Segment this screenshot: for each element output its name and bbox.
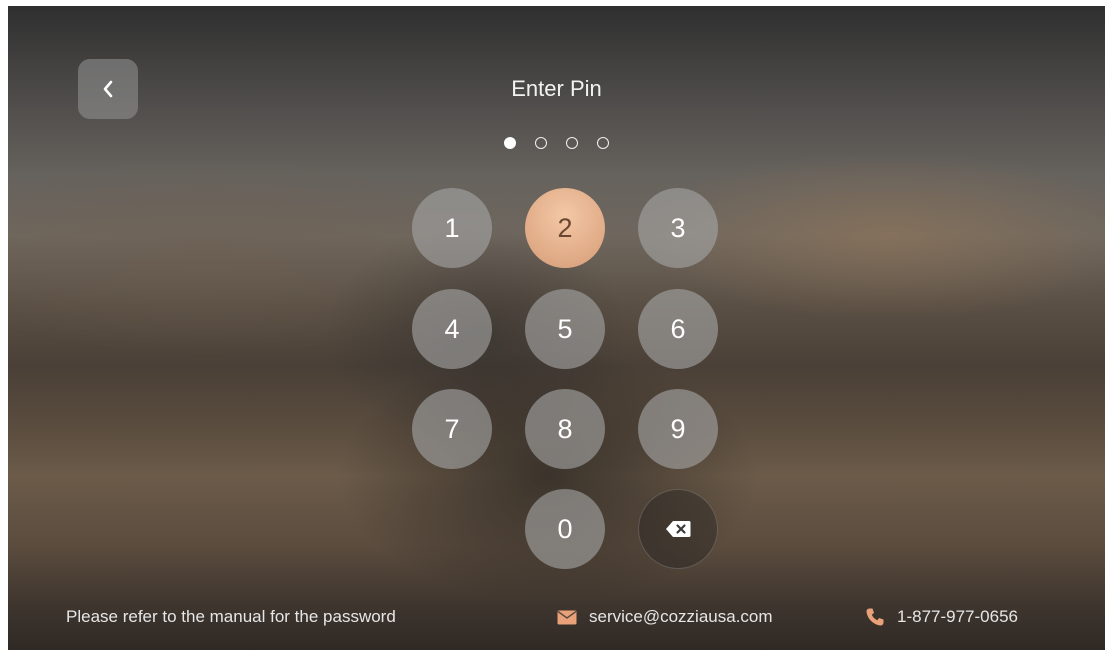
backspace-button[interactable]	[638, 489, 718, 569]
pin-screen: Enter Pin 1 2 3 4 5 6 7 8 9 0 Please ref…	[8, 6, 1105, 650]
support-phone: 1-877-977-0656	[897, 607, 1018, 626]
key-9[interactable]: 9	[638, 389, 718, 469]
backspace-icon	[666, 521, 691, 537]
pin-dot-3	[566, 137, 578, 149]
key-8[interactable]: 8	[525, 389, 605, 469]
pin-dot-1	[504, 137, 516, 149]
email-contact: service@cozziausa.com	[557, 607, 773, 627]
key-0[interactable]: 0	[525, 489, 605, 569]
key-3[interactable]: 3	[638, 188, 718, 268]
key-2[interactable]: 2	[525, 188, 605, 268]
password-hint: Please refer to the manual for the passw…	[66, 607, 396, 626]
key-4[interactable]: 4	[412, 289, 492, 369]
key-5[interactable]: 5	[525, 289, 605, 369]
phone-contact: 1-877-977-0656	[865, 607, 1018, 627]
key-7[interactable]: 7	[412, 389, 492, 469]
support-email: service@cozziausa.com	[589, 607, 773, 626]
envelope-icon	[557, 610, 577, 625]
footer: Please refer to the manual for the passw…	[8, 605, 1105, 633]
key-1[interactable]: 1	[412, 188, 492, 268]
pin-dot-4	[597, 137, 609, 149]
pin-dot-2	[535, 137, 547, 149]
pin-indicator	[504, 137, 609, 149]
key-6[interactable]: 6	[638, 289, 718, 369]
phone-icon	[865, 607, 885, 627]
page-title: Enter Pin	[511, 76, 602, 101]
